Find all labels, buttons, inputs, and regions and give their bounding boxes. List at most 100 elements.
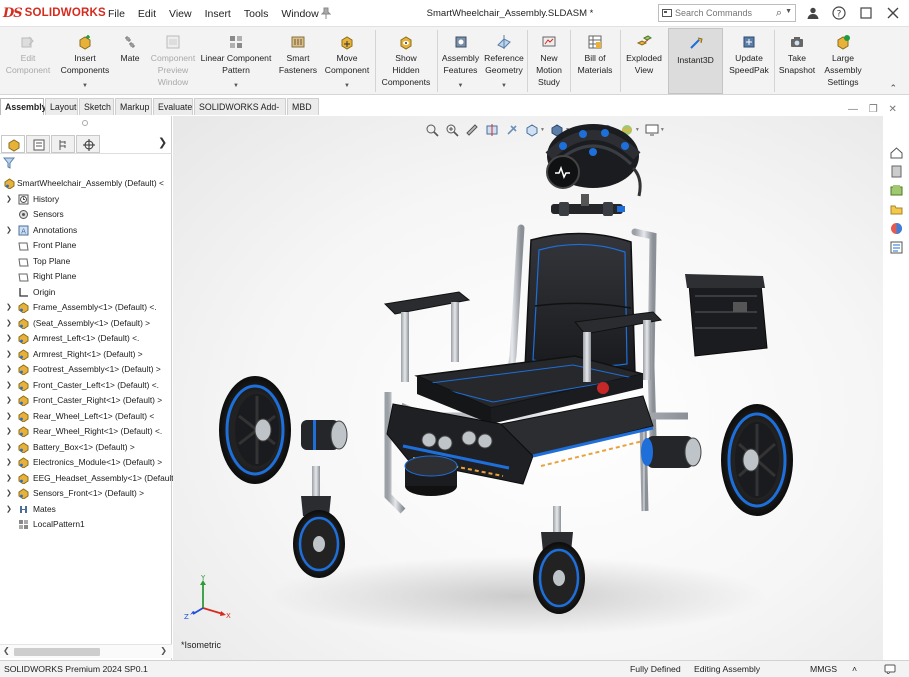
menu-view[interactable]: View [169,8,192,20]
tree-item[interactable]: ❯ Electronics_Module<1> (Default) > [0,455,172,471]
expand-arrow-icon[interactable]: ❯ [6,455,12,470]
feature-manager-tab[interactable] [1,135,25,153]
show-hidden-components-button[interactable]: Show Hidden Components [379,27,433,95]
unit-dropdown-icon[interactable]: ˄ [852,661,857,677]
component-preview-button[interactable]: Component Preview Window [147,27,199,95]
dropdown-arrow-icon[interactable]: ▼ [344,80,350,92]
viewport-close-icon[interactable]: ✕ [889,104,897,115]
search-dropdown-icon[interactable]: ▼ [785,8,792,15]
insert-components-button[interactable]: Insert Components ▼ [57,27,113,95]
search-input[interactable] [675,6,771,20]
viewport-restore-icon[interactable]: ❐ [869,104,878,115]
unit-system[interactable]: MMGS [810,661,837,677]
expand-arrow-icon[interactable]: ❯ [6,300,12,315]
exploded-view-button[interactable]: Exploded View [622,27,666,95]
menu-file[interactable]: File [108,8,125,20]
help-icon[interactable]: ? [832,6,846,20]
expand-arrow-icon[interactable]: ❯ [6,502,12,517]
expand-arrow-icon[interactable]: ❯ [6,424,12,439]
expand-arrow-icon[interactable]: ❯ [6,347,12,362]
menu-tools[interactable]: Tools [244,8,269,20]
tab-assembly[interactable]: Assembly [0,98,47,115]
tree-item[interactable]: ❯ Sensors_Front<1> (Default) > [0,486,172,502]
scroll-right-icon[interactable]: ❯ [160,646,167,655]
graphics-area[interactable]: ▼▼▼▼▼ [173,116,883,660]
update-speedpak-button[interactable]: Update SpeedPak [726,27,772,95]
instant3d-button[interactable]: Instant3D [668,28,723,94]
expand-arrow-icon[interactable]: ❯ [6,486,12,501]
tree-item[interactable]: LocalPattern1 [0,517,172,533]
tooltip-toggle-icon[interactable] [884,661,896,677]
search-commands-box[interactable]: ⌕ ▼ [658,4,796,22]
expand-arrow-icon[interactable]: ❯ [6,440,12,455]
tree-item[interactable]: ❯ Frame_Assembly<1> (Default) <. [0,300,172,316]
tab-sketch[interactable]: Sketch [79,98,114,115]
expand-arrow-icon[interactable]: ❯ [6,316,12,331]
tree-item[interactable]: Sensors [0,207,172,223]
front-caster-left[interactable] [293,466,345,578]
tree-item[interactable]: ❯ Footrest_Assembly<1> (Default) > [0,362,172,378]
move-component-button[interactable]: Move Component ▼ [323,27,371,95]
dropdown-arrow-icon[interactable]: ▼ [501,80,507,92]
tree-item[interactable]: ❯ (Seat_Assembly<1> (Default) > [0,316,172,332]
scroll-left-icon[interactable]: ❮ [3,646,10,655]
tree-item[interactable]: Front Plane [0,238,172,254]
rear-wheel-left[interactable] [219,376,291,484]
pin-menu-icon[interactable] [320,7,332,19]
dropdown-arrow-icon[interactable]: ▼ [458,80,464,92]
tree-item[interactable]: ❯ Front_Caster_Left<1> (Default) <. [0,378,172,394]
user-icon[interactable] [806,6,820,20]
tree-item[interactable]: ❯ Rear_Wheel_Left<1> (Default) < [0,409,172,425]
smart-fasteners-button[interactable]: Smart Fasteners [275,27,321,95]
file-explorer-icon[interactable] [890,203,903,216]
custom-properties-icon[interactable] [890,241,903,254]
edit-component-button[interactable]: Edit Component [2,27,54,95]
take-snapshot-button[interactable]: Take Snapshot [776,27,818,95]
tree-item[interactable]: ❯ Armrest_Left<1> (Default) <. [0,331,172,347]
pane-grip-icon[interactable] [82,120,88,126]
resources-icon[interactable] [890,165,903,178]
menu-insert[interactable]: Insert [205,8,231,20]
horizontal-scrollbar[interactable]: ❮ ❯ [0,644,172,658]
large-assembly-settings-button[interactable]: Large Assembly Settings [820,27,866,95]
bill-of-materials-button[interactable]: Bill of Materials [573,27,617,95]
tree-item[interactable]: Right Plane [0,269,172,285]
linear-pattern-button[interactable]: Linear Component Pattern ▼ [200,27,272,95]
expand-arrow-icon[interactable]: ❯ [6,378,12,393]
dropdown-arrow-icon[interactable]: ▼ [82,80,88,92]
expand-arrow-icon[interactable]: ❯ [6,192,12,207]
tree-item[interactable]: ❯ Mates [0,502,172,518]
menu-edit[interactable]: Edit [138,8,156,20]
armrest-left[interactable] [383,291,471,382]
tab-markup[interactable]: Markup [115,98,152,115]
tree-item[interactable]: ❯ Armrest_Right<1> (Default) > [0,347,172,363]
new-motion-study-button[interactable]: New Motion Study [530,27,568,95]
tab-mbd[interactable]: MBD [287,98,319,115]
expand-arrow-icon[interactable]: ❯ [6,331,12,346]
tab-layout[interactable]: Layout [45,98,78,115]
dimxpert-manager-tab[interactable] [76,135,100,153]
eeg-headset[interactable] [545,124,642,197]
tab-evaluate[interactable]: Evaluate [153,98,193,115]
solidworks-logo[interactable]: DS SOLIDWORKS [3,5,106,21]
expand-arrow-icon[interactable]: ❯ [6,471,12,486]
menu-window[interactable]: Window [281,8,318,20]
viewport-minimize-icon[interactable]: — [848,104,858,115]
battery-box[interactable] [685,274,768,357]
maximize-icon[interactable] [859,6,873,20]
hub-motor-right[interactable] [641,436,702,468]
tree-root-assembly[interactable]: SmartWheelchair_Assembly (Default) < [0,176,172,192]
tree-item[interactable]: ❯ History [0,192,172,208]
home-icon[interactable] [890,146,903,159]
scrollbar-thumb[interactable] [14,648,100,656]
front-caster-right[interactable] [533,506,585,614]
tree-item[interactable]: ❯ A Annotations [0,223,172,239]
tree-item[interactable]: ❯ Front_Caster_Right<1> (Default) > [0,393,172,409]
headset-mount[interactable] [551,194,625,216]
tree-item[interactable]: Origin [0,285,172,301]
chevron-right-icon[interactable]: ❯ [158,136,167,149]
expand-arrow-icon[interactable]: ❯ [6,362,12,377]
expand-arrow-icon[interactable]: ❯ [6,223,12,238]
wheelchair-model[interactable] [173,116,883,660]
close-icon[interactable] [886,6,900,20]
